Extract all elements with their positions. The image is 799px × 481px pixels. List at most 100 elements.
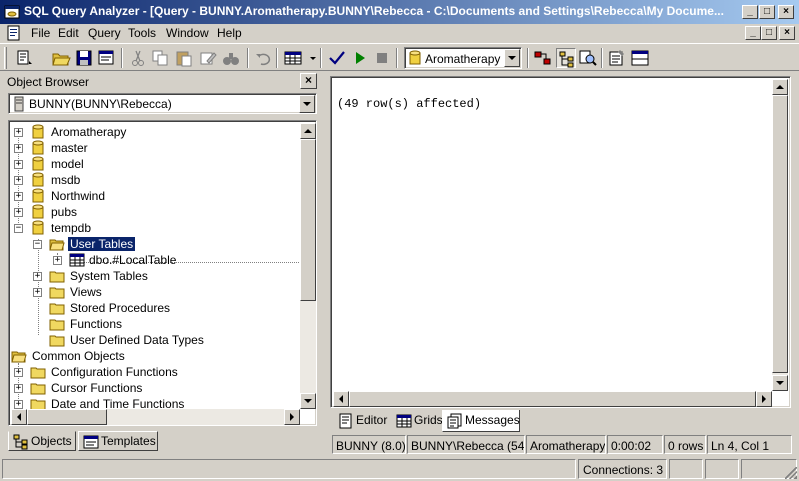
parse-query-button[interactable] [327,48,347,68]
expand-toggle[interactable]: + [33,288,42,297]
tree-node-common-objects[interactable]: Common Objects [9,348,299,364]
mdi-minimize-button[interactable]: _ [745,26,761,40]
scroll-left-button[interactable] [11,409,27,425]
minimize-button[interactable]: _ [742,5,758,19]
database-select[interactable]: Aromatherapy [404,47,522,69]
tree-node-user-tables[interactable]: − User Tables [9,236,299,252]
tree-node-msdb[interactable]: + msdb [9,172,299,188]
tree-node-system-tables[interactable]: + System Tables [9,268,299,284]
tree-node-master[interactable]: + master [9,140,299,156]
tree-node-stored-procedures[interactable]: Stored Procedures [9,300,299,316]
document-icon[interactable] [6,25,22,41]
collapse-toggle[interactable]: − [33,240,42,249]
scroll-thumb[interactable] [27,409,107,425]
scroll-thumb[interactable] [300,139,316,301]
tree-node-northwind[interactable]: + Northwind [9,188,299,204]
title-bar[interactable]: SQL Query Analyzer - [Query - BUNNY.Arom… [0,0,799,24]
resize-grip[interactable] [785,467,797,479]
tree-node-aromatherapy[interactable]: + Aromatherapy [9,124,299,140]
scroll-right-button[interactable] [284,409,300,425]
new-query-icon [17,50,32,65]
tree-node-configuration-functions[interactable]: + Configuration Functions [9,364,299,380]
mdi-restore-button[interactable]: □ [761,26,777,40]
scroll-up-button[interactable] [300,123,316,139]
expand-toggle[interactable]: + [14,144,23,153]
display-plan-button[interactable] [533,48,553,68]
menu-help[interactable]: Help [217,26,242,40]
results-vertical-scrollbar[interactable] [772,79,788,391]
object-tree[interactable]: + Aromatherapy + master + model + msdb +… [8,120,317,426]
menu-file[interactable]: File [31,26,50,40]
scroll-left-button[interactable] [333,391,349,407]
tree-horizontal-scrollbar[interactable] [11,409,300,425]
expand-toggle[interactable]: + [14,368,23,377]
expand-toggle[interactable]: + [14,208,23,217]
scroll-thumb[interactable] [349,391,756,407]
object-browser-close-button[interactable]: × [300,73,317,89]
menu-query[interactable]: Query [88,26,121,40]
tree-node-cursor-functions[interactable]: + Cursor Functions [9,380,299,396]
scroll-right-button[interactable] [756,391,772,407]
server-select[interactable]: BUNNY(BUNNY\Rebecca) [8,93,317,114]
expand-toggle[interactable]: + [14,176,23,185]
menu-window[interactable]: Window [166,26,209,40]
server-dropdown-button[interactable] [299,95,315,113]
scroll-up-button[interactable] [772,79,788,95]
tab-messages[interactable]: Messages [442,410,520,432]
database-dropdown-button[interactable] [504,49,520,67]
tab-templates[interactable]: Templates [78,431,158,451]
tab-grids[interactable]: Grids [392,410,443,432]
edit-button[interactable] [198,48,218,68]
results-pane[interactable]: (49 row(s) affected) [330,76,791,408]
menu-edit[interactable]: Edit [58,26,79,40]
save-button[interactable] [74,48,94,68]
results-horizontal-scrollbar[interactable] [333,391,772,407]
show-results-pane-button[interactable] [630,48,650,68]
results-grid-button[interactable] [283,48,303,68]
tree-node-localtable[interactable]: + dbo.#LocalTable [9,252,299,268]
save-icon [76,50,92,66]
copy-button[interactable] [150,48,170,68]
object-search-button[interactable] [578,48,598,68]
scroll-down-button[interactable] [300,393,316,409]
expand-toggle[interactable]: + [14,384,23,393]
scroll-down-button[interactable] [772,375,788,391]
toolbar: Aromatherapy [0,43,799,71]
paste-button[interactable] [174,48,194,68]
menu-tools[interactable]: Tools [128,26,156,40]
expand-toggle[interactable]: + [53,256,62,265]
scroll-thumb[interactable] [772,95,788,373]
open-button[interactable] [51,48,71,68]
cut-button[interactable] [128,48,148,68]
tree-vertical-scrollbar[interactable] [300,123,316,409]
tree-node-user-defined-data-types[interactable]: User Defined Data Types [9,332,299,348]
expand-toggle[interactable]: + [14,160,23,169]
new-query-button[interactable] [14,48,34,68]
results-mode-dropdown[interactable] [303,48,316,68]
execute-query-button[interactable] [350,48,370,68]
database-icon [32,140,44,155]
maximize-button[interactable]: □ [759,5,775,19]
expand-toggle[interactable]: + [14,128,23,137]
cancel-query-button[interactable] [372,48,392,68]
load-script-button[interactable] [96,48,116,68]
close-button[interactable]: × [778,5,794,19]
toolbar-grip[interactable] [4,47,7,69]
expand-toggle[interactable]: + [14,192,23,201]
object-browser-toggle[interactable] [556,48,576,68]
tree-node-functions[interactable]: Functions [9,316,299,332]
find-button[interactable] [221,48,241,68]
tab-editor[interactable]: Editor [334,410,390,432]
expand-toggle[interactable]: + [33,272,42,281]
collapse-toggle[interactable]: − [14,224,23,233]
tree-node-pubs[interactable]: + pubs [9,204,299,220]
tree-node-model[interactable]: + model [9,156,299,172]
undo-button[interactable] [253,48,273,68]
tab-objects[interactable]: Objects [8,431,76,451]
mdi-close-button[interactable]: × [779,26,795,40]
current-connection-properties-button[interactable] [607,48,627,68]
expand-toggle[interactable]: + [14,400,23,409]
toolbar-separator [320,48,322,68]
tree-node-tempdb[interactable]: − tempdb [9,220,299,236]
tree-node-views[interactable]: + Views [9,284,299,300]
